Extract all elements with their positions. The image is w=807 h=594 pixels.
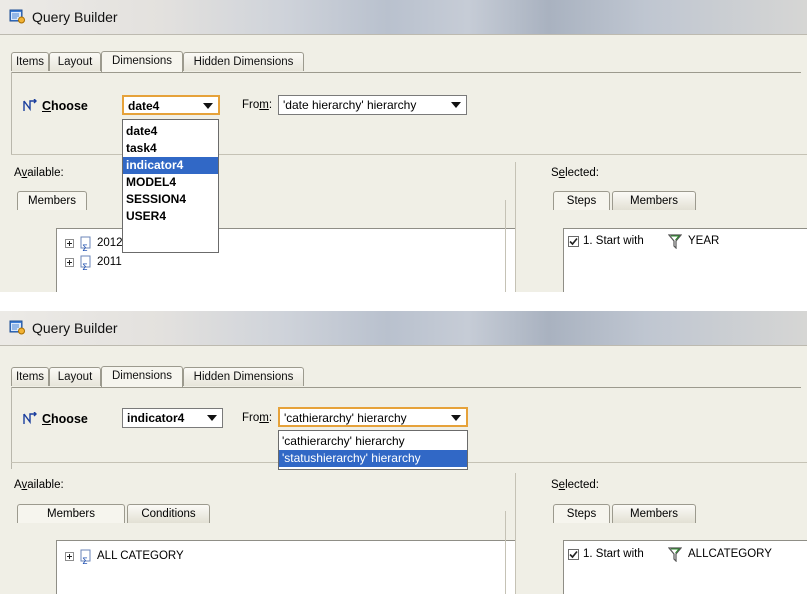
query-builder-window-1: Query Builder Items Layout Dimensions Hi… xyxy=(0,0,807,292)
query-builder-window-2: Query Builder Items Layout Dimensions Hi… xyxy=(0,311,807,594)
choose-label: Choose xyxy=(42,99,88,113)
tab-layout[interactable]: Layout xyxy=(49,367,101,386)
tab-conditions[interactable]: Conditions xyxy=(127,504,210,523)
filter-funnel-icon xyxy=(668,234,682,249)
step-checkbox[interactable] xyxy=(568,549,579,560)
selected-label: Selected: xyxy=(551,479,599,491)
filter-funnel-icon xyxy=(668,547,682,562)
tab-steps[interactable]: Steps xyxy=(553,504,610,523)
title-bar: Query Builder xyxy=(0,0,807,35)
query-builder-app-icon xyxy=(9,9,25,24)
step-row[interactable]: 1. Start with ALLCATEGORY xyxy=(568,547,807,563)
choose-mnemonic: C xyxy=(42,412,52,426)
dropdown-option[interactable]: date4 xyxy=(123,123,218,140)
expand-icon[interactable] xyxy=(65,239,74,248)
tab-items[interactable]: Items xyxy=(11,367,49,386)
expand-icon[interactable] xyxy=(65,552,74,561)
selected-steps-list[interactable]: 1. Start with YEAR xyxy=(563,228,807,292)
dropdown-option[interactable]: task4 xyxy=(123,140,218,157)
svg-text:Σ: Σ xyxy=(82,557,88,565)
window-title: Query Builder xyxy=(32,320,118,336)
expand-icon[interactable] xyxy=(65,258,74,267)
title-bar: Query Builder xyxy=(0,311,807,346)
tree-item[interactable]: Σ ALL CATEGORY xyxy=(65,549,315,565)
dropdown-option[interactable]: USER4 xyxy=(123,208,218,225)
tree-node-icon: Σ xyxy=(80,236,91,252)
selected-steps-list[interactable]: 1. Start with ALLCATEGORY xyxy=(563,540,807,594)
tab-hidden-dimensions[interactable]: Hidden Dimensions xyxy=(183,367,304,386)
tab-dimensions[interactable]: Dimensions xyxy=(101,51,183,72)
svg-text:Σ: Σ xyxy=(82,244,88,252)
tab-members-selected[interactable]: Members xyxy=(612,191,696,210)
vertical-divider xyxy=(515,473,516,594)
tab-layout[interactable]: Layout xyxy=(49,52,101,71)
dropdown-option-highlighted[interactable]: indicator4 xyxy=(123,157,218,174)
tab-hidden-dimensions[interactable]: Hidden Dimensions xyxy=(183,52,304,71)
from-dropdown-list[interactable]: 'cathierarchy' hierarchy 'statushierarch… xyxy=(278,430,468,470)
choose-dropdown-list[interactable]: date4 task4 indicator4 MODEL4 SESSION4 U… xyxy=(122,119,219,253)
tree-node-icon: Σ xyxy=(80,549,91,565)
tree-node-icon: Σ xyxy=(80,255,91,271)
chevron-down-icon xyxy=(451,415,461,421)
dropdown-option[interactable]: MODEL4 xyxy=(123,174,218,191)
tab-members-available[interactable]: Members xyxy=(17,191,87,210)
step-text: 1. Start with xyxy=(583,235,644,247)
tab-members-available[interactable]: Members xyxy=(17,504,125,523)
choose-label: Choose xyxy=(42,412,88,426)
tree-item-label: ALL CATEGORY xyxy=(97,550,184,562)
from-dropdown[interactable]: 'cathierarchy' hierarchy xyxy=(278,407,468,427)
step-value: YEAR xyxy=(688,235,720,247)
vertical-divider xyxy=(515,162,516,292)
choose-dropdown[interactable]: indicator4 xyxy=(122,408,223,428)
step-checkbox[interactable] xyxy=(568,236,579,247)
from-dropdown-value: 'cathierarchy' hierarchy xyxy=(284,411,407,425)
screenshot-gap xyxy=(0,292,807,311)
tree-item[interactable]: Σ 2011 xyxy=(65,255,265,271)
window-title: Query Builder xyxy=(32,9,118,25)
choose-dropdown[interactable]: date4 xyxy=(122,95,220,115)
chevron-down-icon xyxy=(203,103,213,109)
dropdown-option[interactable]: 'cathierarchy' hierarchy xyxy=(279,433,467,450)
tree-item-label: 2012 xyxy=(97,237,123,249)
tab-members-selected[interactable]: Members xyxy=(612,504,696,523)
vertical-divider xyxy=(505,511,506,594)
step-row[interactable]: 1. Start with YEAR xyxy=(568,234,807,250)
tab-steps[interactable]: Steps xyxy=(553,191,610,210)
step-value: ALLCATEGORY xyxy=(688,548,772,560)
svg-text:Σ: Σ xyxy=(82,263,88,271)
available-label: Available: xyxy=(14,167,64,179)
choose-dropdown-value: indicator4 xyxy=(127,411,185,425)
choose-dropdown-value: date4 xyxy=(128,99,160,113)
available-label: Available: xyxy=(14,479,64,491)
step-text: 1. Start with xyxy=(583,548,644,560)
vertical-divider xyxy=(505,200,506,292)
chevron-down-icon xyxy=(207,415,217,421)
choose-dimension-icon xyxy=(23,99,37,112)
dropdown-option-highlighted[interactable]: 'statushierarchy' hierarchy xyxy=(279,450,467,467)
choose-mnemonic: C xyxy=(42,99,52,113)
available-members-list[interactable]: Σ ALL CATEGORY xyxy=(56,540,516,594)
selected-label: Selected: xyxy=(551,167,599,179)
tab-items[interactable]: Items xyxy=(11,52,49,71)
from-label: From: xyxy=(242,99,273,111)
from-dropdown[interactable]: 'date hierarchy' hierarchy xyxy=(278,95,467,115)
tab-dimensions[interactable]: Dimensions xyxy=(101,366,183,387)
from-dropdown-value: 'date hierarchy' hierarchy xyxy=(283,98,417,112)
query-builder-app-icon xyxy=(9,320,25,335)
tree-item-label: 2011 xyxy=(97,256,122,268)
chevron-down-icon xyxy=(451,102,461,108)
dropdown-option[interactable]: SESSION4 xyxy=(123,191,218,208)
choose-dimension-icon xyxy=(23,412,37,425)
from-label: From: xyxy=(242,412,273,424)
